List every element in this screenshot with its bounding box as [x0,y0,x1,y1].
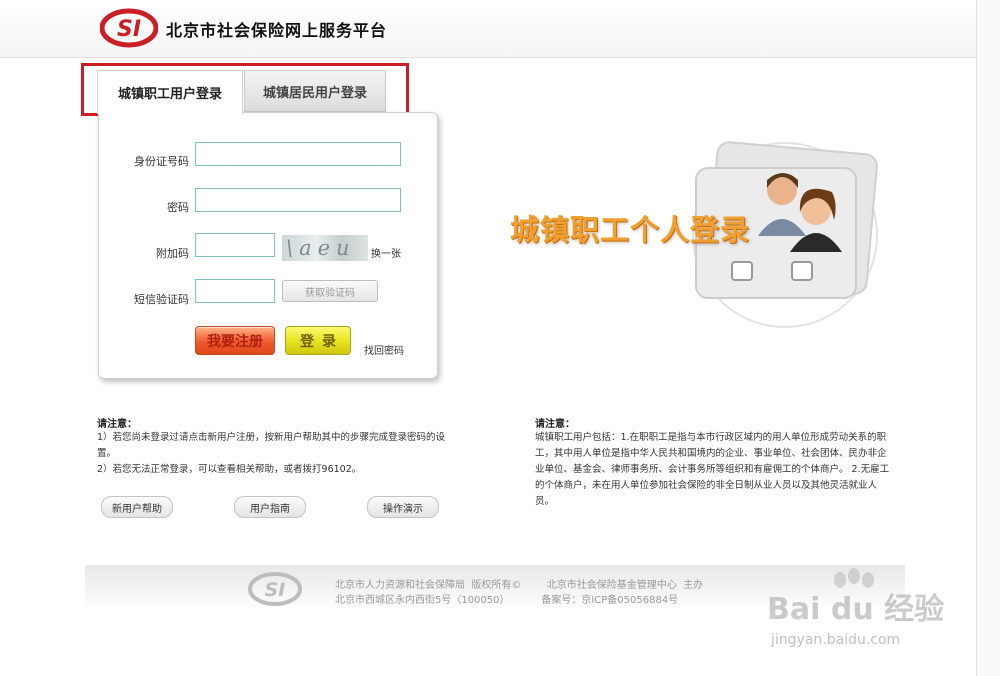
notice-left-line2: 置。 [97,448,117,459]
notice-left-line1: 1）若您尚未登录过请点击新用户注册，按新用户帮助其中的步骤完成登录密码的设 [97,432,446,443]
social-insurance-logo-icon: SI [100,8,158,48]
password-label: 密码 [167,201,189,214]
notice-right-line: 城镇职工用户包括：1.在职职工是指与本市行政区域内的用人单位形成劳动关系的职 [535,432,887,443]
id-number-label: 身份证号码 [134,155,189,168]
scrollbar[interactable] [976,0,1000,676]
forgot-password-link[interactable]: 找回密码 [364,342,404,357]
get-sms-code-button[interactable]: 获取验证码 [282,280,378,302]
refresh-captcha-link[interactable]: 换一张 [371,245,401,260]
watermark-text: Bai du 经验 [767,592,945,627]
notice-left-line3: 2）若您无法正常登录，可以查看相关帮助，或者拨打96102。 [97,464,362,475]
sms-code-label: 短信验证码 [134,293,189,306]
new-user-help-button[interactable]: 新用户帮助 [101,496,173,518]
footer-copyright: 北京市人力资源和社会保障局 版权所有© 北京市社会保险基金管理中心 主办 [335,580,704,591]
footer-address: 北京市西城区永内西街5号（100050） 备案号：京ICP备05056884号 [335,595,679,606]
captcha-image[interactable]: \aeu [282,235,368,261]
sms-code-input[interactable] [195,279,275,303]
id-number-input[interactable] [195,142,401,166]
tab-employee-login[interactable]: 城镇职工用户登录 [97,70,243,114]
banner-title: 城镇职工个人登录 [510,213,751,247]
captcha-label: 附加码 [156,247,189,260]
notice-right-title: 请注意： [535,419,575,430]
operation-demo-button[interactable]: 操作演示 [367,496,439,518]
notice-right-line: 员。 [535,496,555,507]
notice-right-line: 工，其中用人单位是指中华人民共和国境内的企业、事业单位、社会团体、民办非企 [535,448,887,459]
site-title: 北京市社会保险网上服务平台 [166,21,388,40]
login-button[interactable]: 登录 [285,326,351,355]
header-bar: SI 北京市社会保险网上服务平台 [0,0,1000,58]
password-input[interactable] [195,188,401,212]
notice-right-line: 的个体商户，未在用人单位参加社会保险的非全日制从业人员以及其他灵活就业人 [535,480,878,491]
login-form: 身份证号码 密码 附加码 \aeu 换一张 短信验证码 获取验证码 我要注册 登… [98,112,438,379]
svg-text:SI: SI [265,579,286,601]
svg-text:SI: SI [117,17,141,42]
user-guide-button[interactable]: 用户指南 [234,496,306,518]
watermark-url: jingyan.baidu.com [771,632,901,648]
captcha-input[interactable] [195,233,275,257]
footer-si-logo-icon: SI [248,572,302,606]
notice-right-line: 业单位、基金会、律师事务所、会计事务所等组织和有雇佣工的个体商户。 2.无雇工 [535,464,890,475]
notice-left-title: 请注意： [97,419,137,430]
register-button[interactable]: 我要注册 [195,326,275,355]
